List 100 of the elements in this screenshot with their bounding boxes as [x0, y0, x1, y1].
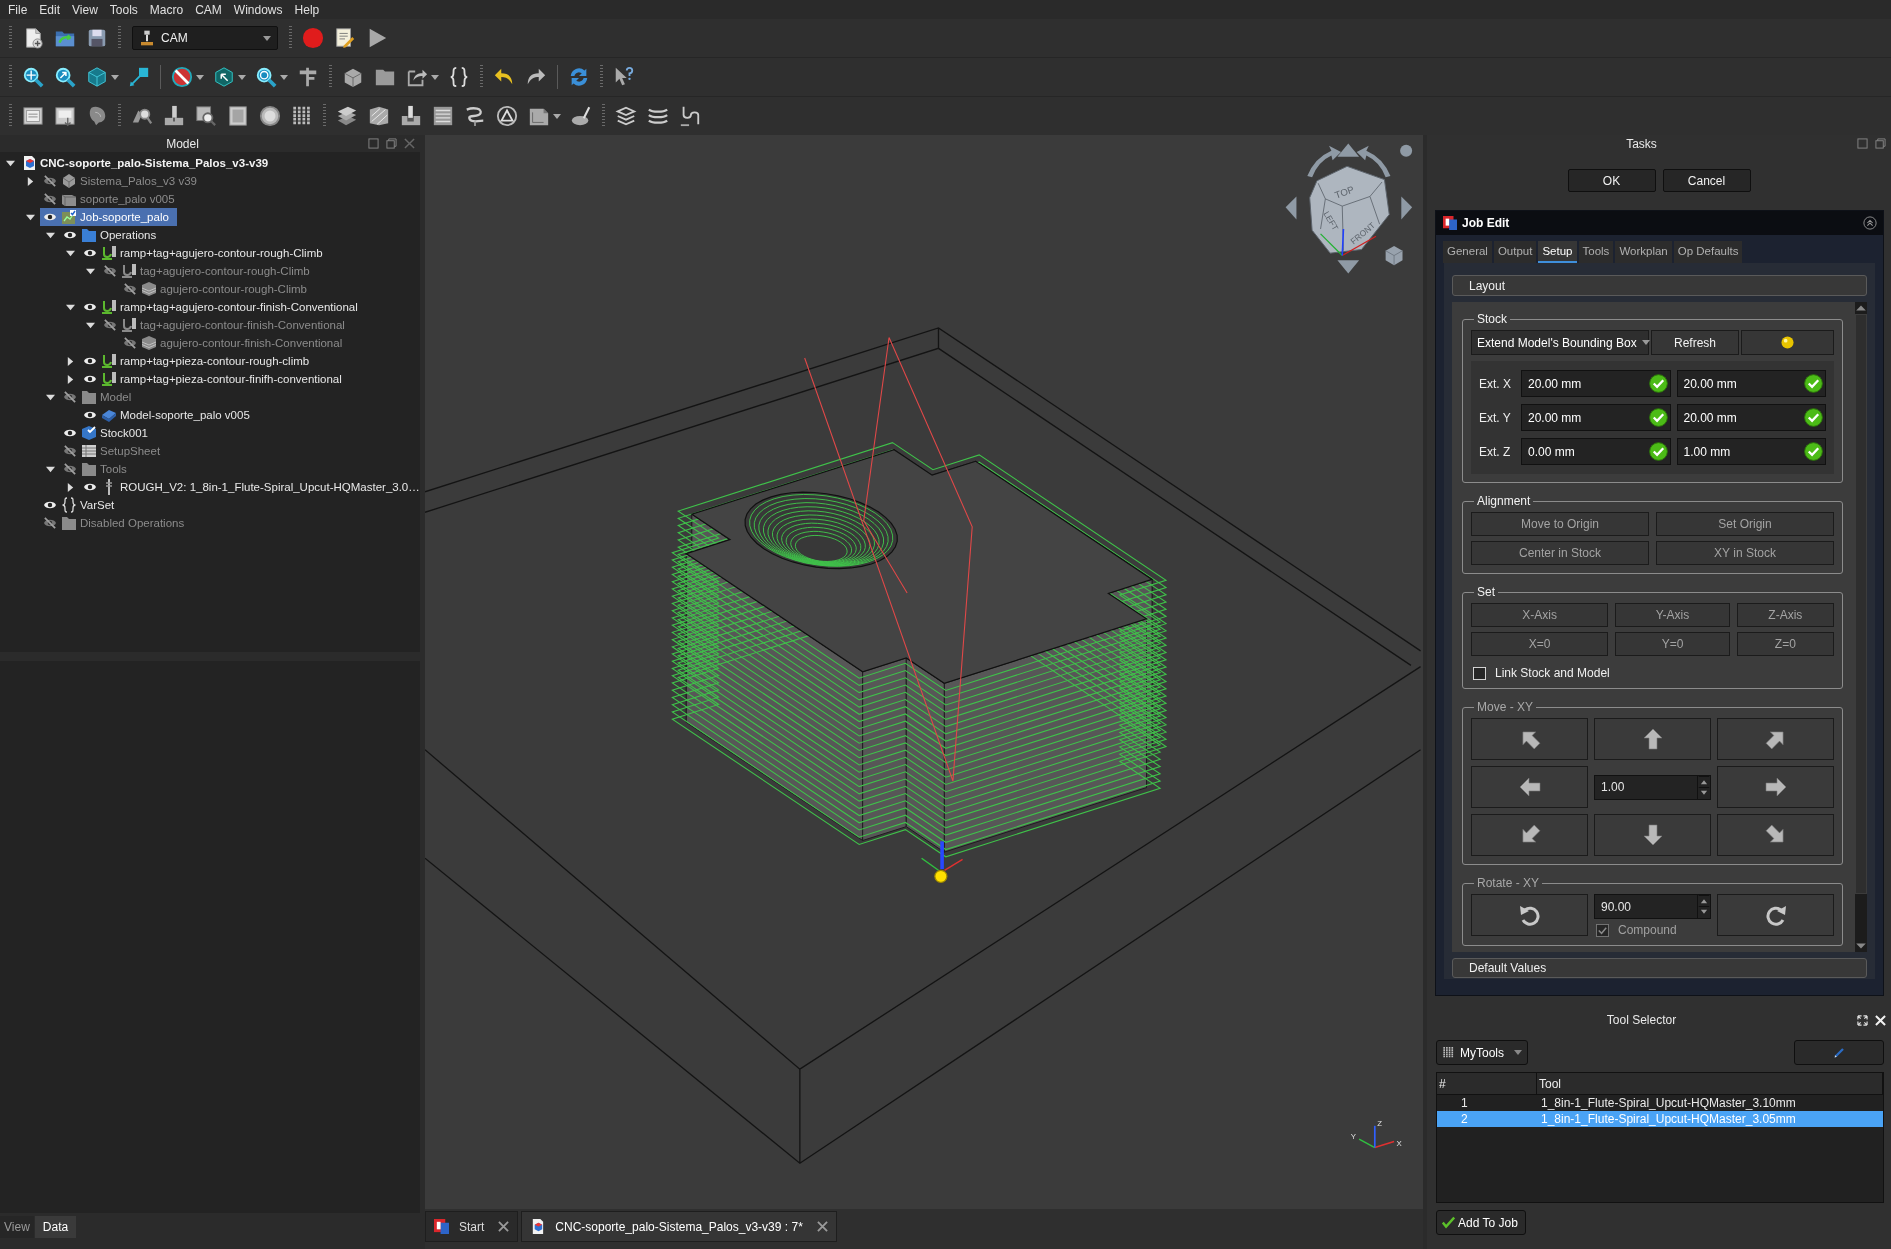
- tree-item[interactable]: Tools: [60, 460, 135, 478]
- wave-path-icon[interactable]: [679, 105, 701, 127]
- right-arrow-icon[interactable]: [1401, 196, 1413, 220]
- eye-icon[interactable]: [83, 247, 97, 259]
- pointer-question-icon[interactable]: [613, 66, 635, 88]
- tree-item[interactable]: agujero-contour-finish-Conventional: [120, 334, 351, 352]
- tree-item[interactable]: Disabled Operations: [40, 514, 193, 532]
- small-cube-icon[interactable]: [1385, 245, 1403, 266]
- eye-icon[interactable]: [83, 373, 97, 385]
- quantity-field[interactable]: 1.00 mm: [1676, 438, 1826, 465]
- tab[interactable]: Setup: [1538, 241, 1577, 263]
- move-button[interactable]: [1471, 766, 1588, 808]
- tab[interactable]: Data: [34, 1216, 77, 1238]
- tree-item[interactable]: tag+agujero-contour-finish-Conventional: [100, 316, 353, 334]
- eye-icon[interactable]: [63, 427, 77, 439]
- tree-item[interactable]: soporte_palo v005: [40, 190, 183, 208]
- move-button[interactable]: [1471, 718, 1588, 760]
- up-arrow-icon[interactable]: [1337, 143, 1360, 157]
- cube-cursor-icon[interactable]: [213, 66, 235, 88]
- dot-icon[interactable]: [1400, 144, 1413, 157]
- quantity-field[interactable]: 20.00 mm: [1521, 370, 1671, 397]
- tree-item[interactable]: Sistema_Palos_v3 v39: [40, 172, 205, 190]
- quantity-field[interactable]: 20.00 mm: [1676, 404, 1826, 431]
- caret-right-icon[interactable]: [65, 482, 75, 492]
- tab[interactable]: Op Defaults: [1673, 241, 1743, 263]
- navigation-cube[interactable]: [1309, 165, 1390, 254]
- tab[interactable]: Tools: [1578, 241, 1614, 263]
- crossed-eye-icon[interactable]: [103, 265, 117, 277]
- caret-down-icon[interactable]: [5, 158, 15, 168]
- checkbox-label[interactable]: Link Stock and Model: [1495, 666, 1610, 680]
- menu-item[interactable]: CAM: [189, 1, 228, 18]
- tilted-bit-icon[interactable]: [570, 105, 592, 127]
- caret-down-icon[interactable]: [25, 212, 35, 222]
- section-header[interactable]: Layout: [1452, 275, 1867, 296]
- restore-icon[interactable]: [1875, 138, 1886, 149]
- caliper-icon[interactable]: [297, 66, 319, 88]
- magnifier-refresh-icon[interactable]: [255, 66, 277, 88]
- tree-item[interactable]: Operations: [60, 226, 165, 244]
- dialog-button[interactable]: Cancel: [1662, 169, 1751, 192]
- framed-sheet-icon[interactable]: [22, 105, 44, 127]
- tree-item[interactable]: ramp+tag+agujero-contour-finish-Conventional: [80, 298, 366, 316]
- curved-arrow-icon[interactable]: [1356, 145, 1391, 178]
- triangle-ring-icon[interactable]: [496, 105, 518, 127]
- caret-down-icon[interactable]: [45, 230, 55, 240]
- move-button[interactable]: [1594, 814, 1711, 856]
- dropdown-caret-icon[interactable]: [238, 74, 246, 80]
- tree-item[interactable]: VarSet: [40, 496, 123, 514]
- magnifier-arrow-icon[interactable]: [54, 66, 76, 88]
- eye-icon[interactable]: [83, 409, 97, 421]
- crossed-eye-icon[interactable]: [123, 283, 137, 295]
- menu-item[interactable]: File: [2, 1, 34, 18]
- spin-arrows-icon[interactable]: [1697, 775, 1710, 799]
- braces-icon[interactable]: [448, 66, 470, 88]
- close-icon[interactable]: [498, 1221, 510, 1232]
- magnifier-crosshair-icon[interactable]: [22, 66, 44, 88]
- library-dropdown[interactable]: MyTools: [1436, 1040, 1528, 1065]
- caret-right-icon[interactable]: [65, 374, 75, 384]
- record-icon[interactable]: [302, 27, 324, 49]
- document-tab[interactable]: CNC-soporte_palo-Sistema_Palos_v3-v39 : 7*: [521, 1211, 837, 1242]
- dropdown-caret-icon[interactable]: [196, 74, 204, 80]
- tree-item[interactable]: SetupSheet: [60, 442, 169, 460]
- quantity-field[interactable]: 20.00 mm: [1676, 370, 1826, 397]
- block-magnifier-icon[interactable]: [195, 105, 217, 127]
- stock-mode-dropdown[interactable]: Extend Model's Bounding Box: [1471, 330, 1649, 355]
- crossed-eye-icon[interactable]: [63, 463, 77, 475]
- tab[interactable]: Workplan: [1615, 241, 1672, 263]
- move-button[interactable]: [1717, 718, 1834, 760]
- dropdown-caret-icon[interactable]: [111, 74, 119, 80]
- tree-item[interactable]: Model-soporte_palo v005: [80, 406, 258, 424]
- rotate-button[interactable]: [1471, 894, 1588, 936]
- move-button[interactable]: [1717, 766, 1834, 808]
- caret-down-icon[interactable]: [85, 320, 95, 330]
- caret-right-icon[interactable]: [25, 176, 35, 186]
- crossed-eye-icon[interactable]: [63, 391, 77, 403]
- drill-bits-icon[interactable]: [291, 105, 313, 127]
- add-to-job-button[interactable]: Add To Job: [1436, 1210, 1526, 1235]
- sphere-button[interactable]: [1741, 330, 1834, 355]
- tree-item[interactable]: ramp+tag+agujero-contour-rough-Climb: [80, 244, 331, 262]
- caret-down-icon[interactable]: [45, 464, 55, 474]
- notepad-pencil-icon[interactable]: [334, 27, 356, 49]
- table-cell[interactable]: 1_8in-1_Flute-Spiral_Upcut-HQMaster_3.10mm: [1537, 1095, 1883, 1111]
- tree-item[interactable]: ramp+tag+pieza-contour-finifh-conventional: [80, 370, 350, 388]
- crossed-eye-icon[interactable]: [43, 517, 57, 529]
- caret-down-icon[interactable]: [85, 266, 95, 276]
- layers-icon[interactable]: [615, 105, 637, 127]
- tree-item[interactable]: Model: [60, 388, 140, 406]
- menu-item[interactable]: View: [66, 1, 104, 18]
- menu-item[interactable]: Edit: [33, 1, 67, 18]
- crossed-eye-icon[interactable]: [43, 193, 57, 205]
- column-header[interactable]: Tool: [1537, 1073, 1883, 1094]
- crossed-eye-icon[interactable]: [43, 175, 57, 187]
- spiral-icon[interactable]: [464, 105, 486, 127]
- tree-item[interactable]: Job-soporte_palo: [40, 208, 177, 226]
- cube-icon[interactable]: [342, 66, 364, 88]
- rotate-button[interactable]: [1717, 894, 1834, 936]
- section-header[interactable]: Default Values: [1452, 958, 1867, 978]
- refresh-icon[interactable]: [568, 66, 590, 88]
- refresh-button[interactable]: Refresh: [1651, 330, 1739, 355]
- pocket-bit-icon[interactable]: [400, 105, 422, 127]
- caret-down-icon[interactable]: [65, 248, 75, 258]
